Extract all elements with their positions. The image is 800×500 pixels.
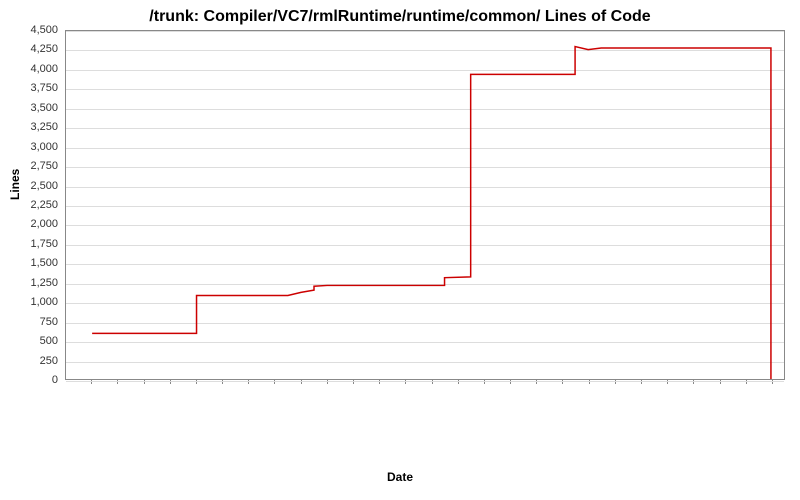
y-tick-label: 500 <box>8 335 58 347</box>
series-line <box>92 47 771 379</box>
y-tick-label: 2,250 <box>8 199 58 211</box>
y-tick-label: 250 <box>8 355 58 367</box>
grid-line <box>66 381 784 382</box>
y-tick-label: 750 <box>8 316 58 328</box>
y-tick-label: 4,250 <box>8 43 58 55</box>
y-tick-label: 3,750 <box>8 82 58 94</box>
y-tick-label: 1,750 <box>8 238 58 250</box>
x-axis-title: Date <box>0 470 800 484</box>
y-tick-label: 4,000 <box>8 63 58 75</box>
plot-area <box>65 30 785 380</box>
y-tick-label: 4,500 <box>8 24 58 36</box>
y-tick-label: 3,500 <box>8 102 58 114</box>
y-tick-label: 2,750 <box>8 160 58 172</box>
chart-title: /trunk: Compiler/VC7/rmlRuntime/runtime/… <box>0 0 800 30</box>
y-tick-label: 1,500 <box>8 257 58 269</box>
line-series <box>66 31 784 379</box>
y-tick-label: 2,500 <box>8 180 58 192</box>
y-tick-label: 3,250 <box>8 121 58 133</box>
chart-container: /trunk: Compiler/VC7/rmlRuntime/runtime/… <box>0 0 800 500</box>
y-tick-label: 2,000 <box>8 218 58 230</box>
y-tick-label: 0 <box>8 374 58 386</box>
y-tick-label: 3,000 <box>8 141 58 153</box>
y-tick-label: 1,000 <box>8 296 58 308</box>
y-tick-label: 1,250 <box>8 277 58 289</box>
